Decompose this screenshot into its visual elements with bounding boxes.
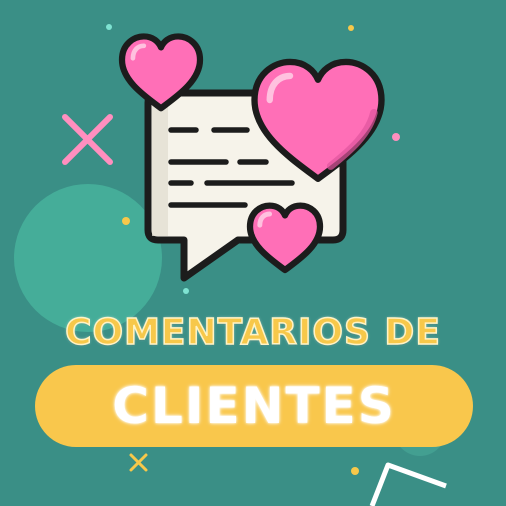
- title-line-2: CLIENTES: [112, 377, 396, 435]
- confetti-dot: [183, 288, 189, 294]
- heart-icon: [246, 202, 324, 274]
- graphic-canvas: COMENTARIOS DE CLIENTES: [0, 0, 506, 506]
- confetti-dot: [351, 467, 359, 475]
- background-blob: [14, 184, 162, 332]
- yellow-cross-icon: [129, 453, 148, 472]
- confetti-dot: [122, 217, 130, 225]
- confetti-dot: [348, 25, 354, 31]
- white-chevron-icon: [369, 462, 447, 506]
- confetti-dot: [392, 133, 400, 141]
- confetti-dot: [106, 24, 112, 30]
- pink-cross-icon: [62, 114, 113, 165]
- title-line-1: COMENTARIOS DE: [64, 311, 441, 354]
